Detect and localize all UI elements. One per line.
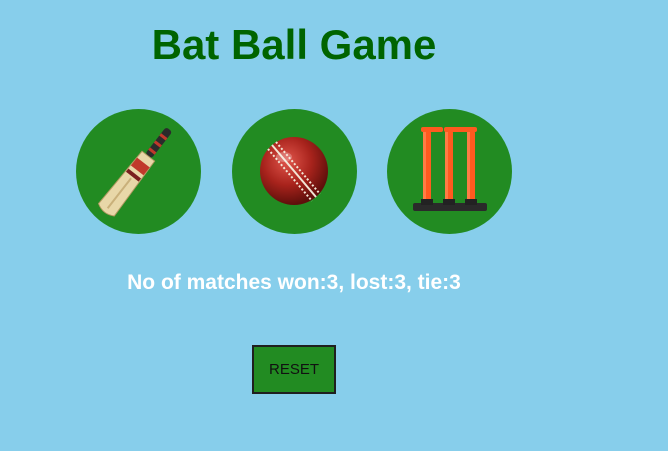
- bat-button[interactable]: [76, 109, 201, 234]
- cricket-ball-icon: [260, 137, 328, 205]
- ball-button[interactable]: [232, 109, 357, 234]
- stump-button[interactable]: [387, 109, 512, 234]
- game-title: Bat Ball Game: [151, 21, 437, 68]
- reset-button[interactable]: RESET: [252, 345, 336, 394]
- cricket-bat-icon: [97, 128, 172, 217]
- match-score: No of matches won:3, lost:3, tie:3: [127, 271, 461, 294]
- cricket-stumps-icon: [413, 127, 487, 211]
